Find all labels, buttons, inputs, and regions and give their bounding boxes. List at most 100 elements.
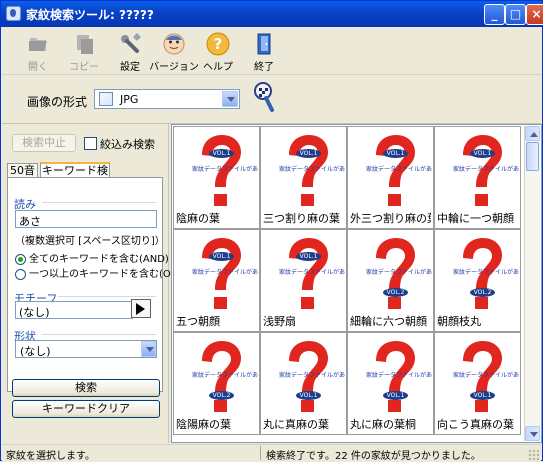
result-card[interactable]: VOL.2 家紋データファイルがありません陰陽麻の葉 (173, 332, 260, 435)
status-bar: 家紋を選択します。 検索終了です。22 件の家紋が見つかりました。 (2, 444, 541, 462)
toolbar: 開く コピー 設定 バージョン ? ヘルプ 終了 (2, 27, 541, 75)
result-card[interactable]: VOL.1 家紋データファイルがありません浅野扇 (260, 229, 347, 332)
help-icon: ? (206, 32, 230, 56)
title-bar[interactable]: 家紋検索ツール: ????? _ □ × (1, 1, 543, 27)
search-button[interactable]: 検索 (12, 379, 160, 397)
stop-search-button[interactable]: 検索中止 (12, 134, 76, 152)
result-card[interactable]: VOL.2 家紋データファイルがありません朝顔枝丸 (434, 229, 521, 332)
reading-divider (42, 202, 156, 203)
result-label: 三つ割り麻の葉 (263, 212, 340, 225)
window-title: 家紋検索ツール: ????? (26, 8, 154, 22)
missing-file-text: 家紋データファイルがありません (453, 166, 520, 173)
volume-badge: VOL.1 (296, 149, 321, 158)
result-card[interactable]: VOL.1 家紋データファイルがありません丸に真麻の葉 (260, 332, 347, 435)
result-card[interactable]: VOL.1 家紋データファイルがありません中輪に一つ朝顔 (434, 126, 521, 229)
svg-text:?: ? (214, 35, 223, 53)
status-left: 家紋を選択します。 (6, 451, 95, 462)
narrow-search-checkbox[interactable] (84, 137, 97, 150)
result-label: 丸に麻の葉桐 (350, 418, 416, 431)
volume-badge: VOL.1 (470, 149, 495, 158)
missing-file-text: 家紋データファイルがありません (192, 166, 259, 173)
tab-keyword-search[interactable]: キーワード検索 (40, 162, 110, 190)
motif-divider (58, 296, 156, 297)
result-card[interactable]: VOL.2 家紋データファイルがありません細輪に六つ朝顔 (347, 229, 434, 332)
missing-file-text: 家紋データファイルがありません (192, 372, 259, 379)
result-label: 浅野扇 (263, 315, 296, 328)
missing-file-text: 家紋データファイルがありません (453, 269, 520, 276)
exit-door-icon (257, 33, 271, 55)
result-card[interactable]: VOL.1 家紋データファイルがありません三つ割り麻の葉 (260, 126, 347, 229)
result-label: 五つ朝顔 (176, 315, 220, 328)
vertical-scrollbar[interactable] (524, 126, 540, 441)
open-label: 開く (28, 62, 48, 73)
result-card[interactable]: VOL.1 家紋データファイルがありません五つ朝顔 (173, 229, 260, 332)
volume-badge: VOL.1 (470, 391, 495, 400)
result-label: 陰陽麻の葉 (176, 418, 231, 431)
result-label: 外三つ割り麻の葉 (350, 212, 431, 225)
missing-file-text: 家紋データファイルがありません (366, 372, 433, 379)
magnifier-icon[interactable] (252, 81, 276, 113)
narrow-search-label: 絞込み検索 (100, 138, 155, 151)
radio-all-button[interactable] (15, 254, 26, 265)
minimize-button[interactable]: _ (484, 4, 505, 25)
status-right: 検索終了です。22 件の家紋が見つかりました。 (266, 451, 481, 462)
chevron-down-icon[interactable] (222, 91, 238, 107)
radio-any-row[interactable]: 一つ以上のキーワードを含む(OR) (15, 265, 182, 280)
result-card[interactable]: VOL.1 家紋データファイルがありません向こう真麻の葉 (434, 332, 521, 435)
scroll-down-button[interactable] (525, 426, 540, 441)
scroll-thumb[interactable] (526, 142, 539, 171)
result-card[interactable]: VOL.1 家紋データファイルがありません陰麻の葉 (173, 126, 260, 229)
missing-file-text: 家紋データファイルがありません (192, 269, 259, 276)
open-button[interactable]: 開く (12, 29, 64, 73)
resize-grip[interactable] (528, 449, 539, 460)
radio-all-row[interactable]: 全てのキーワードを含む(AND) (15, 250, 169, 265)
search-panel: 検索中止 絞込み検索 50音 キーワード検索 読み あさ （複数選択可 [スペー… (2, 124, 182, 443)
scroll-up-button[interactable] (525, 126, 540, 141)
results-grid: VOL.1家紋データファイルがありません陰麻の葉VOL.1家紋データファイルがあ… (171, 124, 542, 443)
volume-badge: VOL.1 (296, 391, 321, 400)
copy-button[interactable]: コピー (58, 29, 110, 73)
volume-badge: VOL.1 (209, 149, 234, 158)
result-label: 朝顔枝丸 (437, 315, 481, 328)
motif-input[interactable]: (なし) (15, 301, 133, 319)
clear-keyword-button[interactable]: キーワードクリア (12, 400, 160, 418)
result-label: 向こう真麻の葉 (437, 418, 514, 431)
shape-select[interactable]: (なし) (15, 340, 157, 358)
help-label: ヘルプ (203, 62, 233, 73)
maximize-button[interactable]: □ (505, 4, 526, 25)
chevron-down-icon[interactable] (141, 341, 156, 357)
info-avatar-icon (163, 33, 185, 55)
result-label: 中輪に一つ朝顔 (437, 212, 514, 225)
result-card[interactable]: VOL.1 家紋データファイルがありません外三つ割り麻の葉 (347, 126, 434, 229)
result-card[interactable]: VOL.1 家紋データファイルがありません丸に麻の葉桐 (347, 332, 434, 435)
missing-file-text: 家紋データファイルがありません (366, 166, 433, 173)
radio-all-label: 全てのキーワードを含む(AND) (29, 254, 169, 265)
volume-badge: VOL.2 (383, 288, 408, 297)
radio-any-label: 一つ以上のキーワードを含む(OR) (29, 269, 182, 280)
tab-50on[interactable]: 50音 (7, 163, 38, 177)
shape-divider (42, 334, 156, 335)
help-button[interactable]: ? ヘルプ (192, 29, 244, 73)
motif-arrow-button[interactable] (131, 299, 151, 318)
app-icon (6, 6, 21, 21)
exit-button[interactable]: 終了 (238, 29, 290, 73)
wrench-icon (121, 33, 141, 53)
search-tabs: 50音 キーワード検索 (7, 162, 164, 190)
format-row: 画像の形式 JPG (2, 75, 541, 124)
volume-badge: VOL.1 (383, 149, 408, 158)
status-separator (260, 446, 261, 460)
volume-badge: VOL.1 (296, 252, 321, 261)
radio-any-button[interactable] (15, 269, 26, 280)
missing-file-text: 家紋データファイルがありません (366, 269, 433, 276)
missing-file-text: 家紋データファイルがありません (279, 269, 346, 276)
volume-badge: VOL.2 (470, 288, 495, 297)
format-select[interactable]: JPG (94, 89, 240, 109)
close-button[interactable]: × (526, 4, 543, 25)
image-file-icon (99, 92, 113, 106)
reading-input[interactable]: あさ (15, 210, 157, 228)
missing-file-text: 家紋データファイルがありません (279, 166, 346, 173)
copy-icon (77, 35, 93, 54)
result-label: 陰麻の葉 (176, 212, 220, 225)
missing-file-text: 家紋データファイルがありません (279, 372, 346, 379)
format-label: 画像の形式 (27, 95, 88, 109)
